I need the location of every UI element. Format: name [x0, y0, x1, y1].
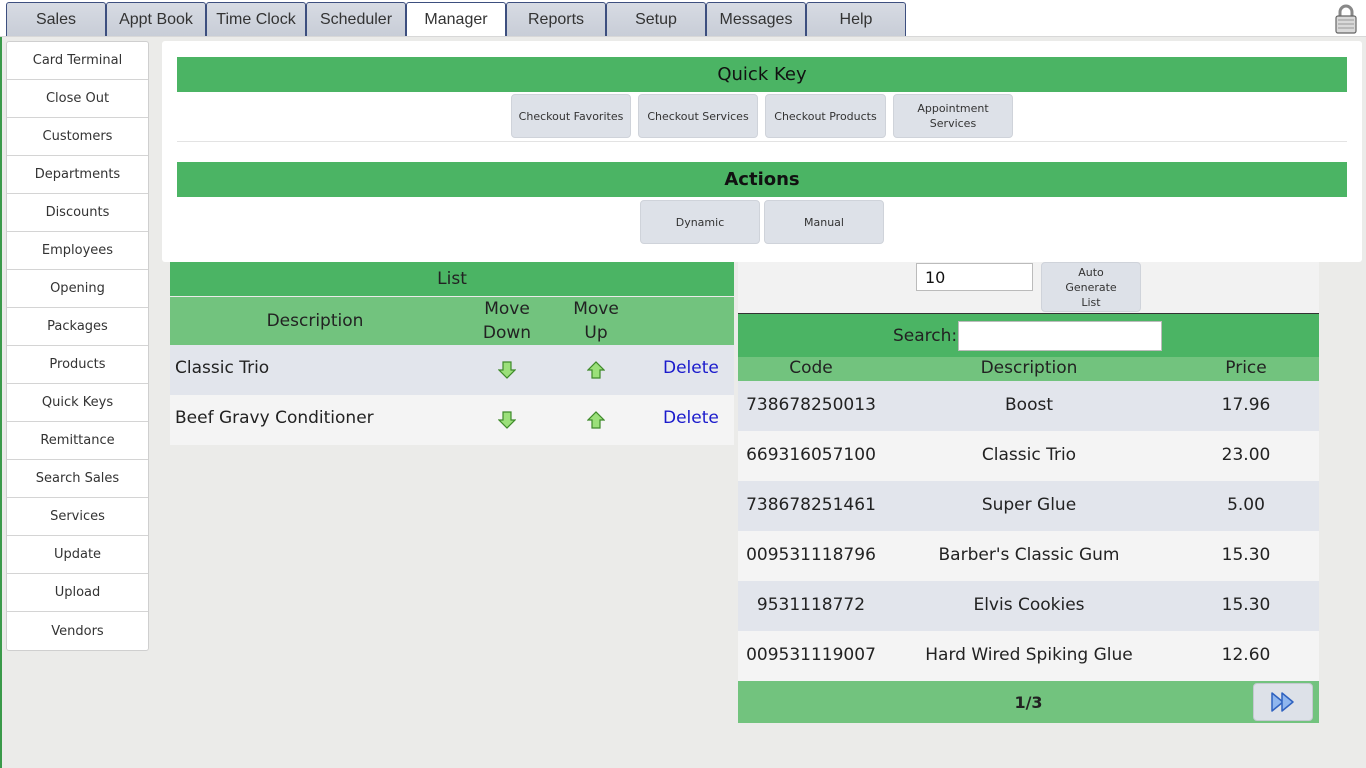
product-description: Super Glue	[981, 495, 1077, 515]
search-input[interactable]	[958, 321, 1162, 351]
product-col-price: Price	[1225, 358, 1267, 378]
main-tabs: Sales Appt Book Time Clock Scheduler Man…	[6, 2, 906, 36]
sidebar-item-search-sales[interactable]: Search Sales	[7, 460, 148, 498]
sidebar-item-vendors[interactable]: Vendors	[7, 612, 148, 650]
table-row[interactable]: 009531119007 Hard Wired Spiking Glue 12.…	[738, 631, 1319, 681]
product-column-headers: Code Description Price	[738, 357, 1319, 381]
sidebar-item-packages[interactable]: Packages	[7, 308, 148, 346]
delete-link[interactable]: Delete	[663, 408, 719, 428]
auto-generate-bar: Auto Generate List	[738, 262, 1319, 313]
quick-key-header: Quick Key	[177, 57, 1347, 92]
arrow-down-icon[interactable]	[498, 360, 516, 380]
arrow-up-icon[interactable]	[587, 410, 605, 430]
tab-setup[interactable]: Setup	[606, 2, 706, 36]
list-column-headers: Description Move Down Move Up	[170, 297, 734, 345]
tab-scheduler[interactable]: Scheduler	[306, 2, 406, 36]
fast-forward-icon	[1271, 692, 1294, 712]
arrow-down-icon[interactable]	[498, 410, 516, 430]
dynamic-button[interactable]: Dynamic	[640, 200, 760, 244]
product-col-description: Description	[980, 358, 1078, 378]
pagination-bar: 1/3	[738, 681, 1319, 723]
product-price: 12.60	[1221, 645, 1271, 665]
product-price: 15.30	[1221, 545, 1271, 565]
list-count-input[interactable]	[916, 263, 1033, 291]
sidebar-item-upload[interactable]: Upload	[7, 574, 148, 612]
arrow-up-icon[interactable]	[587, 360, 605, 380]
product-price: 15.30	[1221, 595, 1271, 615]
tab-sales[interactable]: Sales	[6, 2, 106, 36]
list-item-description: Beef Gravy Conditioner	[175, 408, 374, 428]
list-col-move-up: Move Up	[573, 299, 619, 343]
list-item: Beef Gravy Conditioner Delete	[170, 395, 734, 445]
list-item: Classic Trio Delete	[170, 345, 734, 395]
tab-manager[interactable]: Manager	[406, 2, 506, 36]
delete-link[interactable]: Delete	[663, 358, 719, 378]
search-label: Search:	[893, 326, 958, 346]
sidebar-item-card-terminal[interactable]: Card Terminal	[7, 42, 148, 80]
tab-messages[interactable]: Messages	[706, 2, 806, 36]
table-row[interactable]: 738678251461 Super Glue 5.00	[738, 481, 1319, 531]
sidebar-item-discounts[interactable]: Discounts	[7, 194, 148, 232]
product-description: Classic Trio	[981, 445, 1077, 465]
list-col-description: Description	[266, 311, 364, 331]
left-edge-stripe	[0, 0, 2, 768]
product-code: 738678250013	[746, 395, 876, 415]
checkout-products-button[interactable]: Checkout Products	[765, 94, 886, 138]
sidebar-item-quick-keys[interactable]: Quick Keys	[7, 384, 148, 422]
sidebar-item-employees[interactable]: Employees	[7, 232, 148, 270]
section-divider	[177, 141, 1347, 142]
product-price: 23.00	[1221, 445, 1271, 465]
product-code: 738678251461	[746, 495, 876, 515]
product-col-code: Code	[789, 358, 833, 378]
tab-appt-book[interactable]: Appt Book	[106, 2, 206, 36]
product-search-bar: Search:	[738, 313, 1319, 357]
checkout-favorites-button[interactable]: Checkout Favorites	[511, 94, 631, 138]
quick-key-panel: Quick Key Checkout Favorites Checkout Se…	[162, 41, 1362, 262]
next-page-button[interactable]	[1253, 683, 1313, 721]
sidebar-item-remittance[interactable]: Remittance	[7, 422, 148, 460]
sidebar-item-update[interactable]: Update	[7, 536, 148, 574]
checkout-services-button[interactable]: Checkout Services	[638, 94, 758, 138]
tab-time-clock[interactable]: Time Clock	[206, 2, 306, 36]
table-row[interactable]: 9531118772 Elvis Cookies 15.30	[738, 581, 1319, 631]
product-code: 669316057100	[746, 445, 876, 465]
product-description: Elvis Cookies	[973, 595, 1085, 615]
table-row[interactable]: 669316057100 Classic Trio 23.00	[738, 431, 1319, 481]
product-price: 5.00	[1227, 495, 1265, 515]
product-description: Boost	[1005, 395, 1053, 415]
sidebar-item-departments[interactable]: Departments	[7, 156, 148, 194]
tab-help[interactable]: Help	[806, 2, 906, 36]
auto-generate-list-button[interactable]: Auto Generate List	[1041, 262, 1141, 312]
table-row[interactable]: 009531118796 Barber's Classic Gum 15.30	[738, 531, 1319, 581]
product-code: 009531119007	[746, 645, 876, 665]
sidebar-item-customers[interactable]: Customers	[7, 118, 148, 156]
tab-reports[interactable]: Reports	[506, 2, 606, 36]
actions-header: Actions	[177, 162, 1347, 197]
product-code: 9531118772	[756, 595, 866, 615]
manager-sidebar: Card Terminal Close Out Customers Depart…	[6, 41, 149, 651]
table-row[interactable]: 738678250013 Boost 17.96	[738, 381, 1319, 431]
sidebar-item-opening[interactable]: Opening	[7, 270, 148, 308]
lock-icon[interactable]	[1334, 4, 1358, 34]
sidebar-item-products[interactable]: Products	[7, 346, 148, 384]
list-item-description: Classic Trio	[175, 358, 270, 378]
product-description: Barber's Classic Gum	[938, 545, 1120, 565]
product-code: 009531118796	[746, 545, 876, 565]
product-price: 17.96	[1221, 395, 1271, 415]
list-col-move-down: Move Down	[482, 299, 532, 343]
product-description: Hard Wired Spiking Glue	[925, 645, 1133, 665]
appointment-services-button[interactable]: Appointment Services	[893, 94, 1013, 138]
manual-button[interactable]: Manual	[764, 200, 884, 244]
sidebar-item-close-out[interactable]: Close Out	[7, 80, 148, 118]
list-header: List	[170, 262, 734, 296]
page-indicator: 1/3	[1014, 693, 1043, 712]
sidebar-item-services[interactable]: Services	[7, 498, 148, 536]
top-nav-bar: Sales Appt Book Time Clock Scheduler Man…	[0, 0, 1366, 37]
